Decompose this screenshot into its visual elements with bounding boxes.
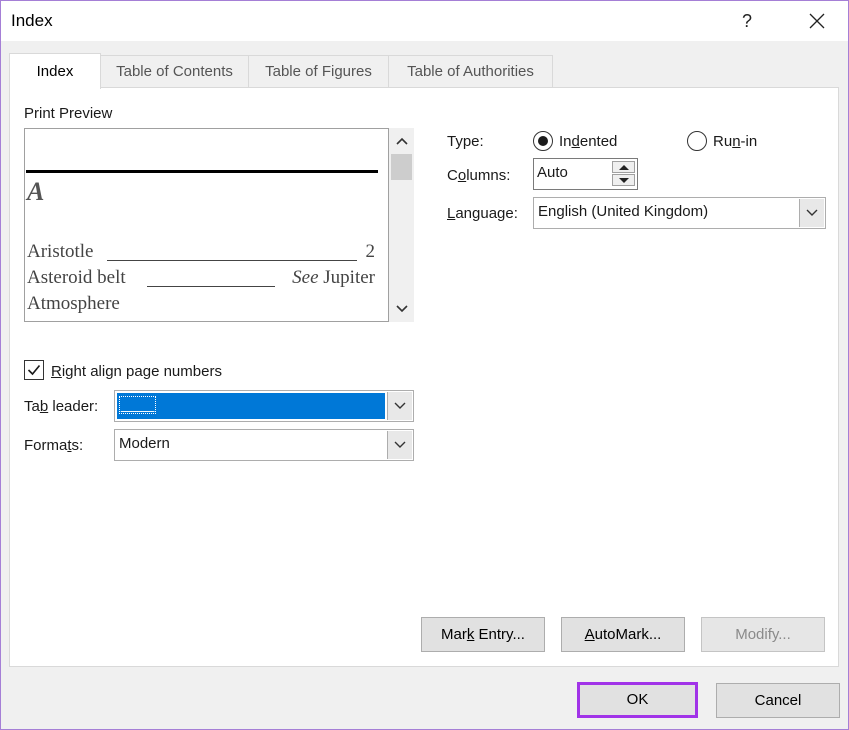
type-label: Type: bbox=[447, 133, 484, 150]
print-preview-label: Print Preview bbox=[24, 105, 113, 122]
language-value: English (United Kingdom) bbox=[538, 203, 709, 220]
radio-run-in[interactable] bbox=[687, 131, 707, 151]
preview-leader bbox=[107, 260, 357, 261]
preview-leader bbox=[147, 286, 275, 287]
tab-table-of-authorities[interactable]: Table of Authorities bbox=[388, 55, 553, 87]
radio-indented[interactable] bbox=[533, 131, 553, 151]
preview-entry-text: Aristotle bbox=[27, 241, 94, 262]
close-button[interactable] bbox=[801, 5, 833, 37]
language-dropdown-button[interactable] bbox=[799, 199, 824, 227]
preview-entry: Aristotle 2 bbox=[27, 241, 375, 265]
tab-leader-highlight: ____ bbox=[117, 393, 385, 419]
indented-label: Indented bbox=[559, 133, 618, 150]
triangle-up-icon bbox=[619, 165, 629, 170]
right-align-label-rest: ight align page numbers bbox=[61, 363, 222, 380]
preview-see-word: See bbox=[292, 267, 319, 288]
tab-table-of-figures-label: Table of Figures bbox=[265, 63, 372, 80]
preview-entry-text: Atmosphere bbox=[27, 293, 120, 314]
window-title: Index bbox=[11, 11, 53, 30]
columns-spin-buttons bbox=[612, 161, 635, 187]
title-bar: Index ? bbox=[1, 1, 848, 41]
chevron-down-icon bbox=[394, 441, 406, 448]
checkmark-icon bbox=[27, 364, 41, 376]
formats-select[interactable]: Modern bbox=[114, 429, 414, 461]
close-icon bbox=[809, 13, 825, 29]
ok-button[interactable]: OK bbox=[577, 682, 698, 718]
preview-scrollbar[interactable] bbox=[389, 128, 414, 322]
help-button[interactable]: ? bbox=[731, 5, 763, 37]
columns-increment-button[interactable] bbox=[612, 161, 635, 173]
scroll-thumb[interactable] bbox=[391, 154, 412, 180]
tab-leader-select[interactable]: ____ bbox=[114, 390, 414, 422]
tab-leader-value: ____ bbox=[119, 396, 157, 414]
language-label: Language: bbox=[447, 205, 518, 222]
tab-table-of-figures[interactable]: Table of Figures bbox=[248, 55, 389, 87]
language-select[interactable]: English (United Kingdom) bbox=[533, 197, 826, 229]
tab-leader-dropdown-button[interactable] bbox=[387, 392, 412, 420]
tab-table-of-contents-label: Table of Contents bbox=[116, 63, 233, 80]
columns-spinner[interactable]: Auto bbox=[533, 158, 638, 190]
modify-button[interactable]: Modify... bbox=[701, 617, 825, 652]
preview-entry-text: Asteroid belt bbox=[27, 267, 126, 288]
print-preview-box: A Aristotle 2 Asteroid belt See Jupiter … bbox=[24, 128, 389, 322]
formats-value: Modern bbox=[119, 435, 170, 452]
formats-dropdown-button[interactable] bbox=[387, 431, 412, 459]
preview-entry: Atmosphere bbox=[27, 293, 375, 317]
mark-entry-button[interactable]: Mark Entry... bbox=[421, 617, 545, 652]
right-align-label: Right align page numbers bbox=[51, 363, 222, 380]
chevron-down-icon bbox=[806, 209, 818, 216]
columns-decrement-button[interactable] bbox=[612, 174, 635, 186]
triangle-down-icon bbox=[619, 178, 629, 183]
preview-entry: Asteroid belt See Jupiter bbox=[27, 267, 375, 291]
formats-label: Formats: bbox=[24, 437, 84, 454]
columns-label: Columns: bbox=[447, 167, 511, 184]
preview-letter-heading: A bbox=[27, 177, 45, 206]
tab-table-of-contents[interactable]: Table of Contents bbox=[100, 55, 249, 87]
scroll-down-icon[interactable] bbox=[396, 302, 408, 314]
tab-index[interactable]: Index bbox=[9, 53, 101, 89]
tab-leader-label: Tab leader: bbox=[24, 398, 99, 415]
cancel-button[interactable]: Cancel bbox=[716, 683, 840, 718]
run-in-label: Run-in bbox=[713, 133, 758, 150]
columns-value: Auto bbox=[537, 164, 568, 181]
automark-button[interactable]: AutoMark... bbox=[561, 617, 685, 652]
preview-rule bbox=[26, 170, 378, 173]
chevron-down-icon bbox=[394, 402, 406, 409]
preview-entry-see: See Jupiter bbox=[292, 267, 375, 289]
preview-see-target: Jupiter bbox=[323, 267, 375, 288]
right-align-checkbox[interactable] bbox=[24, 360, 44, 380]
preview-entry-page: 2 bbox=[365, 241, 376, 262]
scroll-up-icon[interactable] bbox=[396, 136, 408, 148]
tab-index-label: Index bbox=[36, 63, 74, 80]
tab-table-of-authorities-label: Table of Authorities bbox=[407, 63, 534, 80]
radio-selected-dot bbox=[538, 136, 548, 146]
